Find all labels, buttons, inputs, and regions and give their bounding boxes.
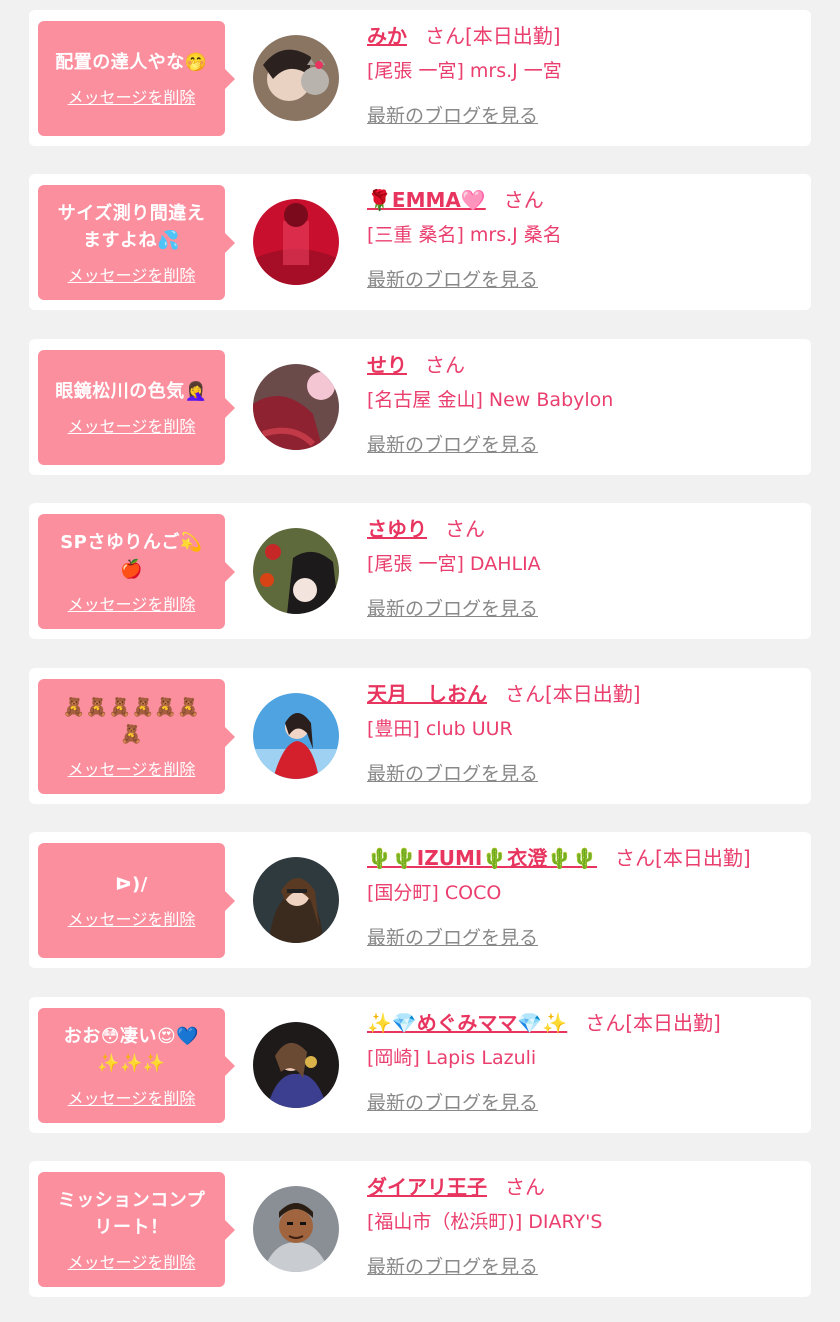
message-text: ᐅ)/ — [115, 874, 148, 895]
message-bubble: ミッションコンプ リート！ メッセージを削除 — [38, 1172, 235, 1287]
avatar[interactable] — [253, 857, 339, 943]
cast-status: さん[本日出勤] — [615, 846, 751, 870]
message-text: サイズ測り間違え ますよね💦 — [57, 202, 206, 251]
cast-name-link[interactable]: さゆり — [367, 517, 427, 541]
latest-blog-link[interactable]: 最新のブログを見る — [367, 923, 538, 950]
cast-name-link[interactable]: ダイアリ王子 — [367, 1175, 487, 1199]
cast-status: さん — [445, 517, 485, 541]
message-card: SPさゆりんご💫 🍎 メッセージを削除 さゆり さん [尾張 一宮] DAHLIA… — [29, 503, 811, 639]
message-card: おお😳凄い😍💙 ✨✨✨ メッセージを削除 ✨💎めぐみママ💎✨ さん[本日出勤] [… — [29, 997, 811, 1133]
delete-message-link[interactable]: メッセージを削除 — [68, 84, 196, 108]
shop-info: [岡崎] Lapis Lazuli — [367, 1047, 537, 1069]
cast-status: さん — [503, 188, 544, 212]
message-bubble: 眼鏡松川の色気🤦‍♀️ メッセージを削除 — [38, 350, 235, 465]
avatar[interactable] — [253, 528, 339, 614]
message-text: おお😳凄い😍💙 ✨✨✨ — [63, 1025, 200, 1074]
latest-blog-link[interactable]: 最新のブログを見る — [367, 1252, 538, 1279]
cast-info: 🌵🌵IZUMI🌵衣澄🌵🌵 さん[本日出勤] [国分町] COCO 最新のブログを見… — [367, 842, 801, 950]
cast-status: さん — [505, 1175, 545, 1199]
message-card: サイズ測り間違え ますよね💦 メッセージを削除 🌹EMMA🩷 さん [三重 桑名]… — [29, 174, 811, 310]
message-text: SPさゆりんご💫 🍎 — [60, 531, 203, 580]
message-bubble: おお😳凄い😍💙 ✨✨✨ メッセージを削除 — [38, 1008, 235, 1123]
avatar[interactable] — [253, 364, 339, 450]
delete-message-link[interactable]: メッセージを削除 — [68, 906, 196, 930]
message-card: ᐅ)/ メッセージを削除 🌵🌵IZUMI🌵衣澄🌵🌵 さん[本日出勤] [国分町] … — [29, 832, 811, 968]
delete-message-link[interactable]: メッセージを削除 — [68, 756, 196, 780]
cast-name-link[interactable]: 🌹EMMA🩷 — [367, 188, 486, 212]
cast-info: さゆり さん [尾張 一宮] DAHLIA 最新のブログを見る — [367, 513, 801, 621]
message-card: 配置の達人やな🤭 メッセージを削除 みか さん[本日出勤] [尾張 一宮] mrs… — [29, 10, 811, 146]
message-bubble: 配置の達人やな🤭 メッセージを削除 — [38, 21, 235, 136]
shop-info: [国分町] COCO — [367, 882, 502, 904]
message-text: 🧸🧸🧸🧸🧸🧸 🧸 — [62, 696, 201, 745]
cast-info: ✨💎めぐみママ💎✨ さん[本日出勤] [岡崎] Lapis Lazuli 最新のブ… — [367, 1007, 801, 1115]
cast-info: ダイアリ王子 さん [福山市（松浜町)] DIARY'S 最新のブログを見る — [367, 1171, 801, 1279]
delete-message-link[interactable]: メッセージを削除 — [68, 591, 196, 615]
avatar[interactable] — [253, 1186, 339, 1272]
latest-blog-link[interactable]: 最新のブログを見る — [367, 430, 538, 457]
latest-blog-link[interactable]: 最新のブログを見る — [367, 101, 538, 128]
shop-info: [尾張 一宮] DAHLIA — [367, 553, 541, 575]
cast-name-link[interactable]: せり — [367, 353, 407, 377]
message-bubble: SPさゆりんご💫 🍎 メッセージを削除 — [38, 514, 235, 629]
message-card: 🧸🧸🧸🧸🧸🧸 🧸 メッセージを削除 天月 しおん さん[本日出勤] [豊田] cl… — [29, 668, 811, 804]
message-bubble: サイズ測り間違え ますよね💦 メッセージを削除 — [38, 185, 235, 300]
shop-info: [豊田] club UUR — [367, 718, 513, 740]
cast-info: 🌹EMMA🩷 さん [三重 桑名] mrs.J 桑名 最新のブログを見る — [367, 184, 801, 292]
cast-status: さん[本日出勤] — [425, 24, 561, 48]
latest-blog-link[interactable]: 最新のブログを見る — [367, 759, 538, 786]
delete-message-link[interactable]: メッセージを削除 — [68, 262, 196, 286]
delete-message-link[interactable]: メッセージを削除 — [68, 1249, 196, 1273]
message-card: 眼鏡松川の色気🤦‍♀️ メッセージを削除 せり さん [名古屋 金山] New B… — [29, 339, 811, 475]
cast-status: さん — [425, 353, 465, 377]
cast-name-link[interactable]: 🌵🌵IZUMI🌵衣澄🌵🌵 — [367, 846, 597, 870]
latest-blog-link[interactable]: 最新のブログを見る — [367, 594, 538, 621]
message-bubble: ᐅ)/ メッセージを削除 — [38, 843, 235, 958]
cast-name-link[interactable]: 天月 しおん — [367, 682, 487, 706]
avatar[interactable] — [253, 693, 339, 779]
delete-message-link[interactable]: メッセージを削除 — [68, 413, 196, 437]
delete-message-link[interactable]: メッセージを削除 — [68, 1085, 196, 1109]
latest-blog-link[interactable]: 最新のブログを見る — [367, 265, 538, 292]
message-text: 眼鏡松川の色気🤦‍♀️ — [55, 381, 208, 402]
shop-info: [名古屋 金山] New Babylon — [367, 389, 614, 411]
cast-info: せり さん [名古屋 金山] New Babylon 最新のブログを見る — [367, 349, 801, 457]
latest-blog-link[interactable]: 最新のブログを見る — [367, 1088, 538, 1115]
avatar[interactable] — [253, 199, 339, 285]
cast-info: みか さん[本日出勤] [尾張 一宮] mrs.J 一宮 最新のブログを見る — [367, 20, 801, 128]
message-text: 配置の達人やな🤭 — [55, 52, 208, 73]
cast-status: さん[本日出勤] — [505, 682, 641, 706]
shop-info: [尾張 一宮] mrs.J 一宮 — [367, 60, 562, 82]
message-bubble: 🧸🧸🧸🧸🧸🧸 🧸 メッセージを削除 — [38, 679, 235, 794]
shop-info: [三重 桑名] mrs.J 桑名 — [367, 224, 562, 246]
cast-info: 天月 しおん さん[本日出勤] [豊田] club UUR 最新のブログを見る — [367, 678, 801, 786]
cast-name-link[interactable]: ✨💎めぐみママ💎✨ — [367, 1011, 567, 1035]
shop-info: [福山市（松浜町)] DIARY'S — [367, 1211, 603, 1233]
avatar[interactable] — [253, 35, 339, 121]
message-list: 配置の達人やな🤭 メッセージを削除 みか さん[本日出勤] [尾張 一宮] mrs… — [0, 0, 840, 1322]
message-text: ミッションコンプ リート！ — [57, 1189, 206, 1238]
avatar[interactable] — [253, 1022, 339, 1108]
cast-status: さん[本日出勤] — [585, 1011, 721, 1035]
cast-name-link[interactable]: みか — [367, 24, 407, 48]
message-card: ミッションコンプ リート！ メッセージを削除 ダイアリ王子 さん [福山市（松浜町… — [29, 1161, 811, 1297]
